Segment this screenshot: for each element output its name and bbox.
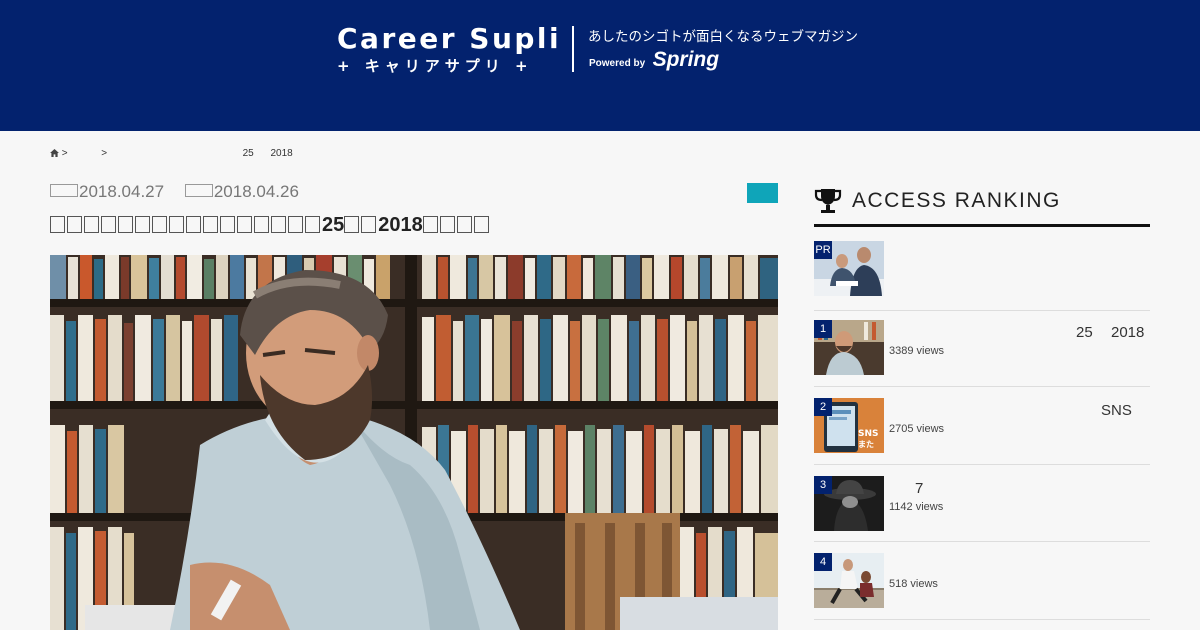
- svg-text:また: また: [858, 439, 874, 449]
- ranking-title-part: 7: [915, 480, 924, 497]
- trophy-icon: [814, 189, 842, 213]
- published-date: 2018.04.26: [184, 182, 299, 202]
- breadcrumb: > > 25 2018: [50, 148, 303, 159]
- ranking-item-1[interactable]: 1 25 2018 3389 views: [814, 318, 1150, 387]
- title-year: 2018: [378, 214, 423, 236]
- breadcrumb-separator: >: [101, 148, 108, 159]
- rank-badge: 3: [814, 476, 832, 494]
- site-tagline: あしたのシゴトが面白くなるウェブマガジン: [588, 29, 858, 44]
- hero-image: [50, 255, 778, 630]
- ranking-title-part: 2018: [1111, 324, 1145, 341]
- rank-badge: 4: [814, 553, 832, 571]
- article-meta: 2018.04.27 2018.04.26: [50, 182, 315, 202]
- logo-english: Career Supli: [337, 22, 562, 55]
- updated-date-value: 2018.04.27: [79, 182, 165, 201]
- rank-badge: 2: [814, 398, 832, 416]
- updated-date: 2018.04.27: [50, 182, 164, 202]
- breadcrumb-current-part: 25: [242, 148, 254, 159]
- title-number: 25: [322, 214, 345, 236]
- updated-label: [50, 184, 78, 198]
- ranking-title-part: 25: [1076, 324, 1093, 341]
- view-count: 2705 views: [889, 423, 945, 435]
- ranking-item-2[interactable]: SNS また 2 SNS 2705 views: [814, 396, 1150, 465]
- view-count: 3389 views: [889, 345, 945, 357]
- breadcrumb-separator: >: [61, 148, 68, 159]
- site-logo[interactable]: Career Supli + キャリアサプリ + あしたのシゴトが面白くなるウェ…: [337, 22, 877, 78]
- ranking-title: ACCESS RANKING: [852, 189, 1061, 212]
- site-header: Career Supli + キャリアサプリ + あしたのシゴトが面白くなるウェ…: [0, 0, 1200, 131]
- ranking-item-4[interactable]: 4 518 views: [814, 551, 1150, 620]
- view-count: 518 views: [889, 578, 938, 590]
- rank-badge: PR: [814, 241, 832, 259]
- ranking-title-part: SNS: [1101, 402, 1132, 419]
- logo-katakana: + キャリアサプリ +: [337, 57, 533, 75]
- published-label: [184, 184, 213, 198]
- home-icon[interactable]: [50, 149, 59, 158]
- ranking-item-pr[interactable]: PR: [814, 241, 1150, 311]
- access-ranking-header: ACCESS RANKING: [814, 185, 1150, 227]
- category-badge[interactable]: [747, 183, 778, 203]
- ranking-item-3[interactable]: 3 7 1142 views: [814, 474, 1150, 542]
- powered-by: Powered by Spring: [589, 48, 719, 72]
- view-count: 1142 views: [889, 501, 944, 513]
- logo-divider: [572, 26, 574, 72]
- breadcrumb-current-part: 2018: [270, 148, 293, 159]
- powered-by-label: Powered by: [589, 58, 646, 69]
- rank-badge: 1: [814, 320, 832, 338]
- svg-text:SNS: SNS: [858, 429, 879, 439]
- published-date-value: 2018.04.26: [213, 182, 299, 201]
- spring-brand: Spring: [652, 48, 720, 71]
- article-title: 25 2018: [50, 214, 491, 237]
